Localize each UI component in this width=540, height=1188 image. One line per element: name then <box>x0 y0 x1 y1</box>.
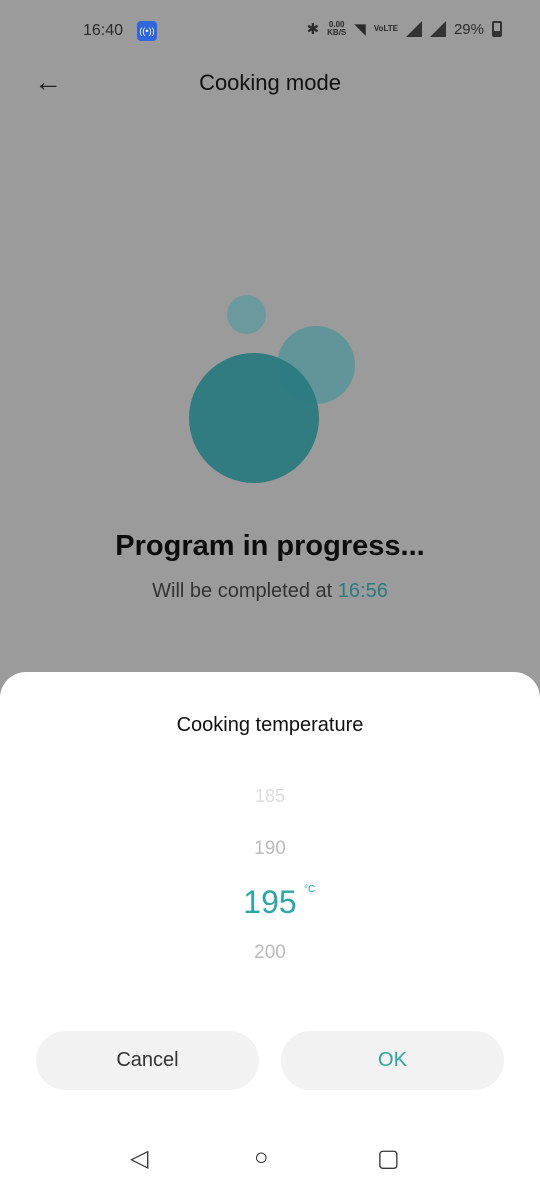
page-title: Cooking mode <box>199 70 341 95</box>
clock: 16:40 <box>83 22 124 39</box>
battery-percent: 29% <box>453 20 484 38</box>
temperature-sheet: Cooking temperature 185 190 195 °C 200 C… <box>0 672 540 1188</box>
bubble-large <box>189 353 319 483</box>
cancel-button[interactable]: Cancel <box>36 1031 259 1090</box>
nav-recents-icon[interactable]: ▢ <box>377 1144 400 1173</box>
signal-icon-2 <box>429 21 446 37</box>
picker-option[interactable]: 200 <box>0 942 540 964</box>
bubble-small <box>227 295 266 334</box>
sheet-title: Cooking temperature <box>176 714 364 736</box>
app-bar: ← Cooking mode <box>0 60 540 104</box>
picker-option[interactable]: 190 <box>0 838 540 860</box>
hotspot-icon: ((•)) <box>137 21 157 41</box>
volte-icon: VoLTE <box>373 24 398 33</box>
status-bar: 16:40 ((•)) ✱ 0.00 KB/S ◥ VoLTE 29% <box>0 0 540 62</box>
completion-time: 16:56 <box>337 580 388 602</box>
signal-icon-1 <box>405 21 422 37</box>
bluetooth-icon: ✱ <box>306 21 320 38</box>
battery-icon <box>492 21 502 37</box>
net-speed: 0.00 KB/S <box>327 20 347 37</box>
ok-button[interactable]: OK <box>281 1031 504 1090</box>
picker-option[interactable]: 185 <box>0 786 540 807</box>
program-status: Program in progress... <box>115 530 425 562</box>
nav-home-icon[interactable]: ○ <box>254 1144 269 1172</box>
wifi-icon: ◥ <box>354 21 366 38</box>
nav-bar: ◁ ○ ▢ <box>0 1144 540 1174</box>
unit-label: °C <box>304 884 316 895</box>
completion-text: Will be completed at 16:56 <box>152 580 388 602</box>
picker-selected[interactable]: 195 <box>0 884 540 921</box>
nav-back-icon[interactable]: ◁ <box>130 1144 148 1173</box>
